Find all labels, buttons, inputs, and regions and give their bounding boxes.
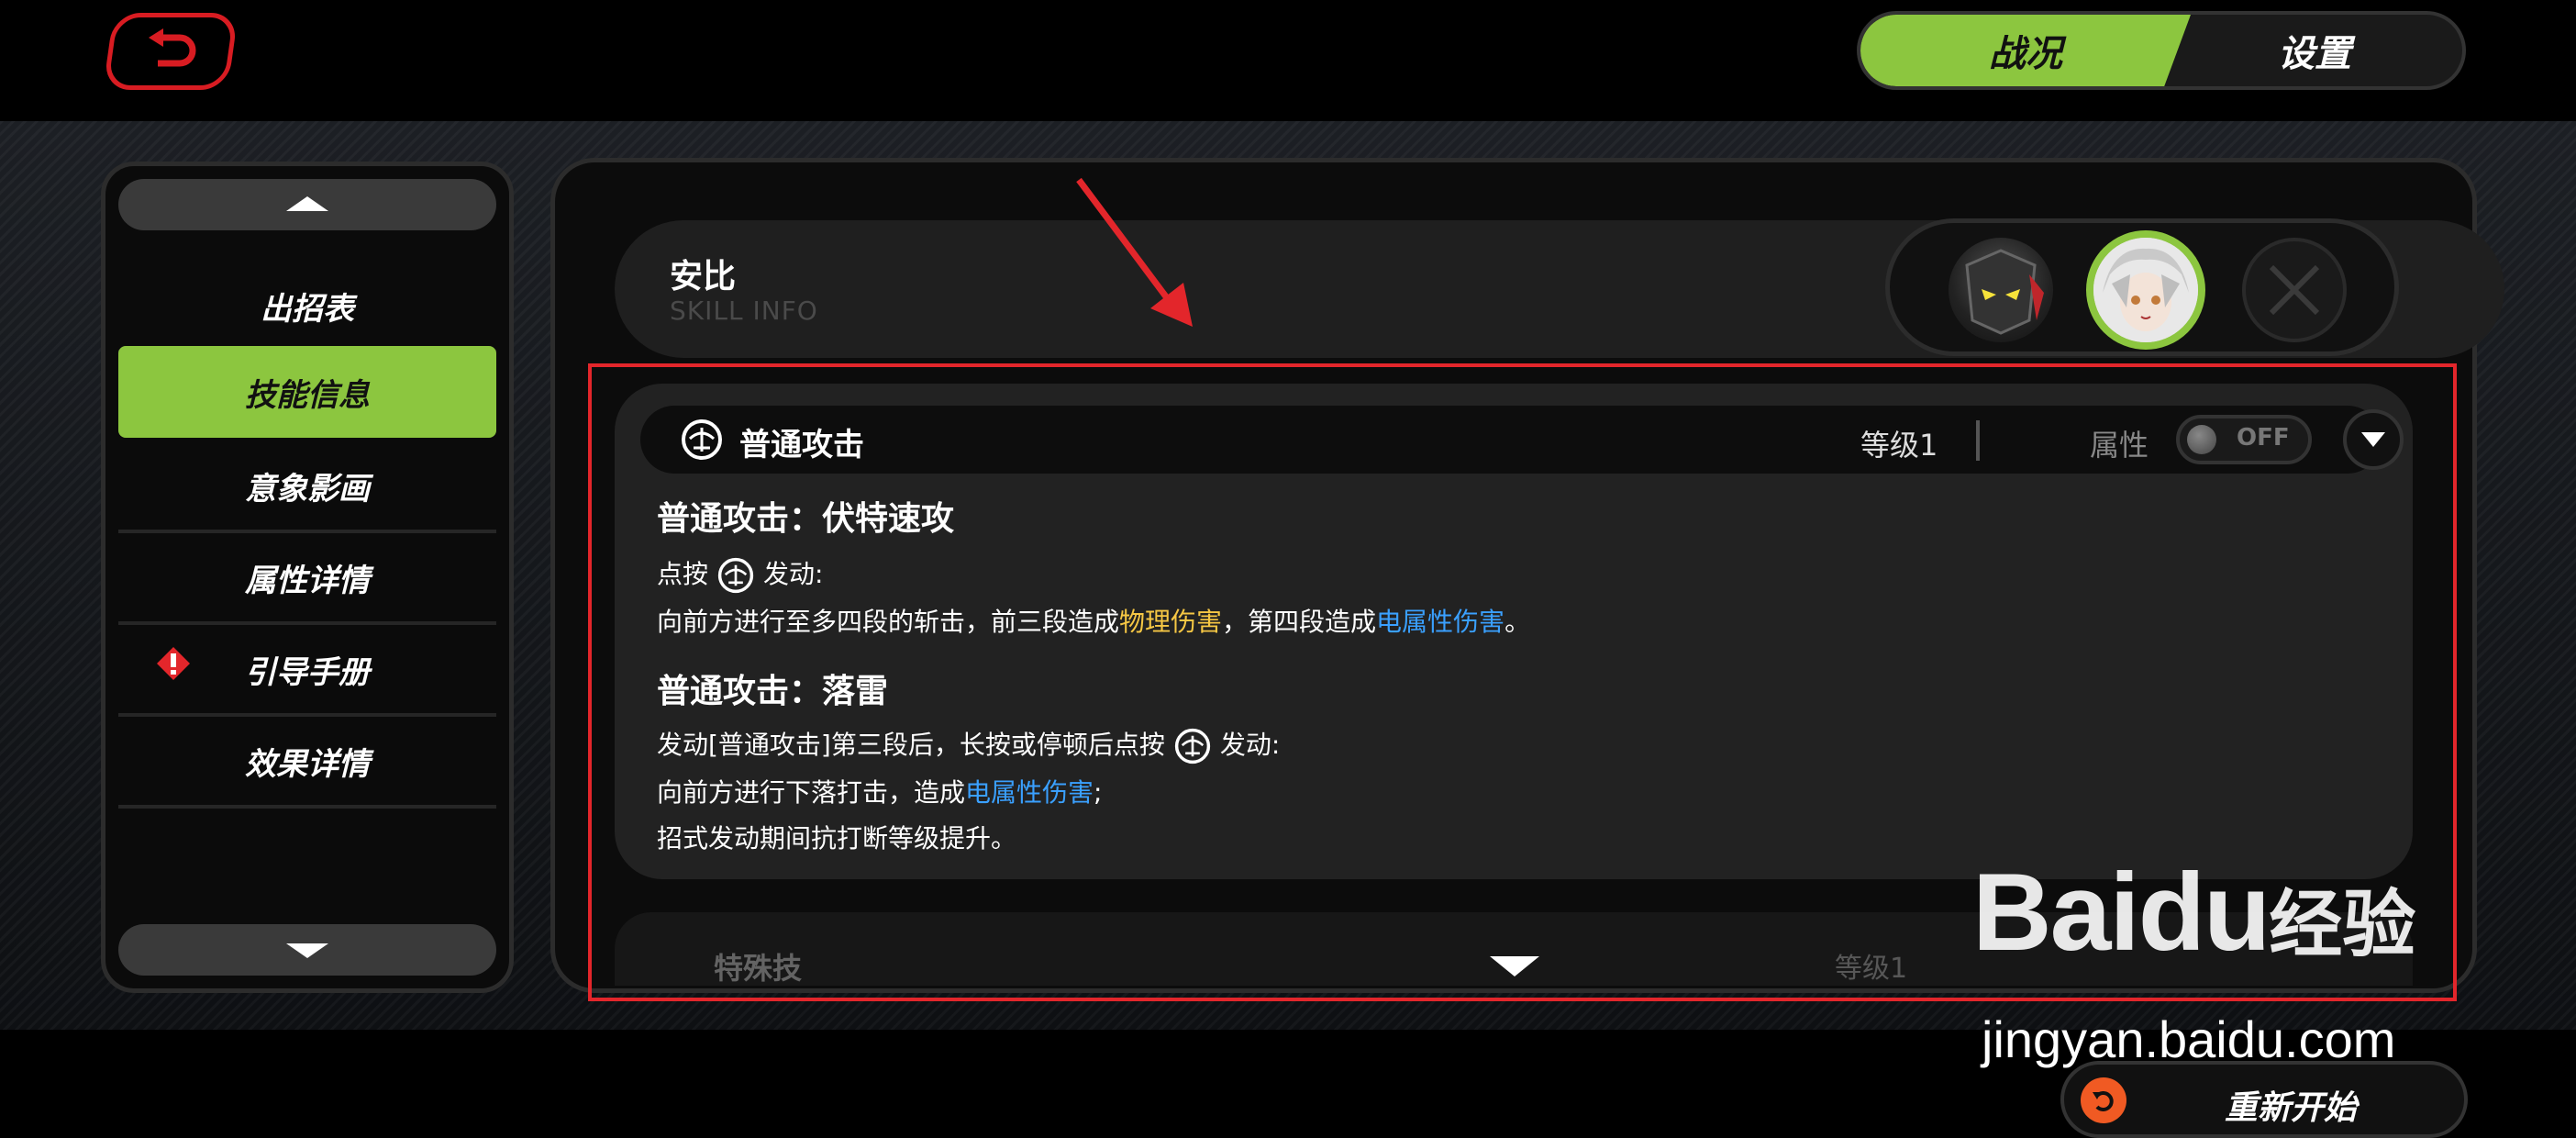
text: 发动[普通攻击]第三段后，长按或停顿后点按: [657, 730, 1165, 760]
sidebar-item-move-list[interactable]: 出招表: [118, 262, 496, 353]
caret-down-icon: [286, 943, 328, 958]
description-line: 向前方进行下落打击，造成电属性伤害;: [657, 773, 1102, 809]
section-title: 普通攻击：伏特速攻: [657, 500, 955, 538]
arrow-annotation-icon: [1076, 177, 1193, 327]
text: 发动:: [1219, 730, 1281, 760]
sidebar-item-guide[interactable]: 引导手册: [118, 625, 496, 717]
alert-icon: [157, 647, 190, 680]
restart-button[interactable]: 重新开始: [2060, 1061, 2468, 1138]
electric-damage-keyword: 电属性伤害: [965, 777, 1094, 808]
description-line: 向前方进行至多四段的斩击，前三段造成物理伤害，第四段造成电属性伤害。: [657, 602, 1530, 639]
physical-damage-keyword: 物理伤害: [1119, 607, 1223, 637]
return-icon: [149, 28, 196, 67]
watermark-logo-text: Bai: [1972, 851, 2140, 974]
character-name: 安比: [670, 258, 737, 296]
skill-level: 等级1: [1835, 953, 1908, 985]
text: ，第四段造成: [1222, 607, 1377, 637]
text: 向前方进行下落打击，造成: [657, 777, 966, 808]
character-selector: [1885, 218, 2399, 356]
character-header: 安比 SKILL INFO: [615, 218, 2504, 358]
sidebar-item-skill-info[interactable]: 技能信息: [118, 346, 496, 438]
electric-damage-keyword: 电属性伤害: [1376, 607, 1505, 637]
skill-header-bar: 普通攻击 等级1 属性 OFF: [640, 406, 2404, 474]
skill-title: 普通攻击: [739, 427, 864, 463]
skill-level: 等级1: [1860, 428, 1938, 463]
attribute-label: 属性: [2090, 428, 2149, 463]
scroll-indicator-down-icon: [1490, 956, 1539, 976]
skill-title: 特殊技: [714, 951, 803, 986]
text: 向前方进行至多四段的斩击，前三段造成: [657, 607, 1120, 637]
tab-settings[interactable]: 设置: [2163, 15, 2462, 86]
avatar-anby-selected[interactable]: [2086, 230, 2205, 350]
basic-attack-icon: [1174, 728, 1210, 764]
description-line: 招式发动期间抗打断等级提升。: [657, 823, 1017, 854]
section-title: 普通攻击：落雷: [657, 673, 889, 710]
character-portrait-icon: [2093, 238, 2198, 342]
sidebar-item-mindscape[interactable]: 意象影画: [118, 441, 496, 533]
restart-icon: [2081, 1077, 2126, 1123]
text: 。: [1505, 607, 1531, 637]
description-line: 发动[普通攻击]第三段后，长按或停顿后点按 发动:: [657, 725, 1280, 764]
avatar-character-1[interactable]: [1949, 238, 2053, 342]
skill-card: 普通攻击 等级1 属性 OFF 普通攻击：伏特速攻 点按 发动: 向前方进行至多四…: [615, 384, 2413, 879]
toggle-state: OFF: [2237, 424, 2290, 452]
text: ;: [1094, 777, 1103, 808]
scroll-down-button[interactable]: [118, 924, 496, 976]
restart-label: 重新开始: [2225, 1089, 2358, 1127]
side-menu: 出招表 技能信息 意象影画 属性详情 引导手册 效果详情: [101, 162, 514, 993]
character-subtitle: SKILL INFO: [670, 296, 818, 326]
attribute-toggle[interactable]: OFF: [2176, 415, 2312, 464]
empty-slot[interactable]: [2242, 238, 2347, 342]
divider: [1976, 420, 1980, 461]
chevron-down-icon: [2361, 432, 2385, 447]
text: 发动:: [763, 559, 824, 589]
toggle-knob: [2187, 425, 2216, 454]
caret-up-icon: [286, 196, 328, 211]
basic-attack-icon: [717, 557, 754, 594]
baidu-watermark: Baidu经验: [1972, 849, 2415, 976]
sidebar-item-attributes[interactable]: 属性详情: [118, 533, 496, 625]
scroll-up-button[interactable]: [118, 179, 496, 230]
top-tab-group: 战况 设置: [1857, 11, 2466, 90]
basic-attack-icon: [682, 419, 722, 460]
watermark-url: jingyan.baidu.com: [1982, 1010, 2396, 1068]
watermark-cn-text: 经验: [2269, 882, 2416, 967]
close-icon: [2269, 264, 2320, 316]
tab-battle-status[interactable]: 战况: [1860, 15, 2191, 86]
sidebar-item-label: 引导手册: [245, 653, 370, 691]
watermark-logo-text: du: [2137, 851, 2271, 974]
sidebar-item-effects[interactable]: 效果详情: [118, 717, 496, 809]
text: 点按: [657, 559, 709, 589]
expand-button[interactable]: [2343, 409, 2404, 470]
helmet-icon: [1965, 249, 2044, 335]
description-line: 点按 发动:: [657, 554, 823, 594]
back-button[interactable]: [103, 13, 239, 90]
